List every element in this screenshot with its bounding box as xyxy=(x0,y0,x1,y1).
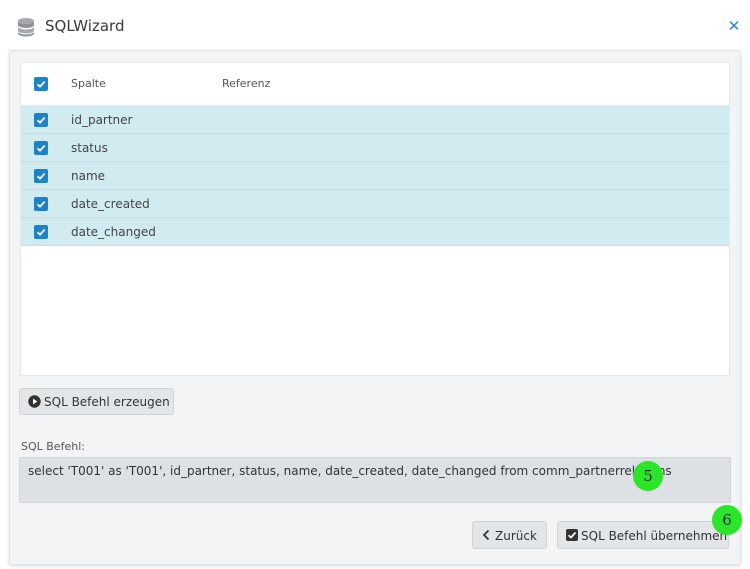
row-checkbox[interactable] xyxy=(34,113,48,127)
apply-sql-label: SQL Befehl übernehmen xyxy=(581,529,728,543)
apply-sql-button[interactable]: SQL Befehl übernehmen xyxy=(557,521,729,549)
table-row[interactable]: date_created xyxy=(21,190,729,218)
check-icon xyxy=(36,229,46,236)
sql-command-text: select 'T001' as 'T001', id_partner, sta… xyxy=(28,464,672,478)
check-icon xyxy=(36,145,46,152)
annotation-marker-5: 5 xyxy=(633,461,663,491)
check-icon xyxy=(36,201,46,208)
generate-sql-button[interactable]: SQL Befehl erzeugen xyxy=(19,388,174,415)
table-row[interactable]: name xyxy=(21,162,729,190)
row-checkbox[interactable] xyxy=(34,141,48,155)
sql-field-label: SQL Befehl: xyxy=(21,440,85,453)
select-all-checkbox[interactable] xyxy=(34,77,48,91)
play-circle-icon xyxy=(28,395,41,408)
cell-spalte: date_changed xyxy=(71,225,156,239)
check-icon xyxy=(36,117,46,124)
check-icon xyxy=(36,173,46,180)
cell-spalte: status xyxy=(71,141,108,155)
window-title: SQLWizard xyxy=(45,17,125,35)
column-header-spalte[interactable]: Spalte xyxy=(71,77,106,90)
database-icon xyxy=(18,18,34,37)
column-header-referenz[interactable]: Referenz xyxy=(222,77,270,90)
back-button-label: Zurück xyxy=(495,529,537,543)
generate-sql-label: SQL Befehl erzeugen xyxy=(44,395,170,409)
close-icon[interactable]: ✕ xyxy=(726,17,742,35)
cell-spalte: date_created xyxy=(71,197,150,211)
check-icon xyxy=(36,81,46,88)
column-grid: Spalte Referenz id_partner status name d… xyxy=(20,62,730,376)
sql-command-field[interactable]: select 'T001' as 'T001', id_partner, sta… xyxy=(19,457,731,503)
cell-spalte: name xyxy=(71,169,106,183)
check-square-icon xyxy=(566,529,578,541)
row-checkbox[interactable] xyxy=(34,169,48,183)
chevron-left-icon xyxy=(482,529,490,541)
table-row[interactable]: status xyxy=(21,134,729,162)
cell-spalte: id_partner xyxy=(71,113,133,127)
title-bar: SQLWizard ✕ xyxy=(0,0,750,52)
table-row[interactable]: id_partner xyxy=(21,106,729,134)
grid-header: Spalte Referenz xyxy=(21,63,729,106)
row-checkbox[interactable] xyxy=(34,225,48,239)
row-checkbox[interactable] xyxy=(34,197,48,211)
table-row[interactable]: date_changed xyxy=(21,218,729,246)
back-button[interactable]: Zurück xyxy=(472,521,547,549)
annotation-marker-6: 6 xyxy=(712,505,742,535)
